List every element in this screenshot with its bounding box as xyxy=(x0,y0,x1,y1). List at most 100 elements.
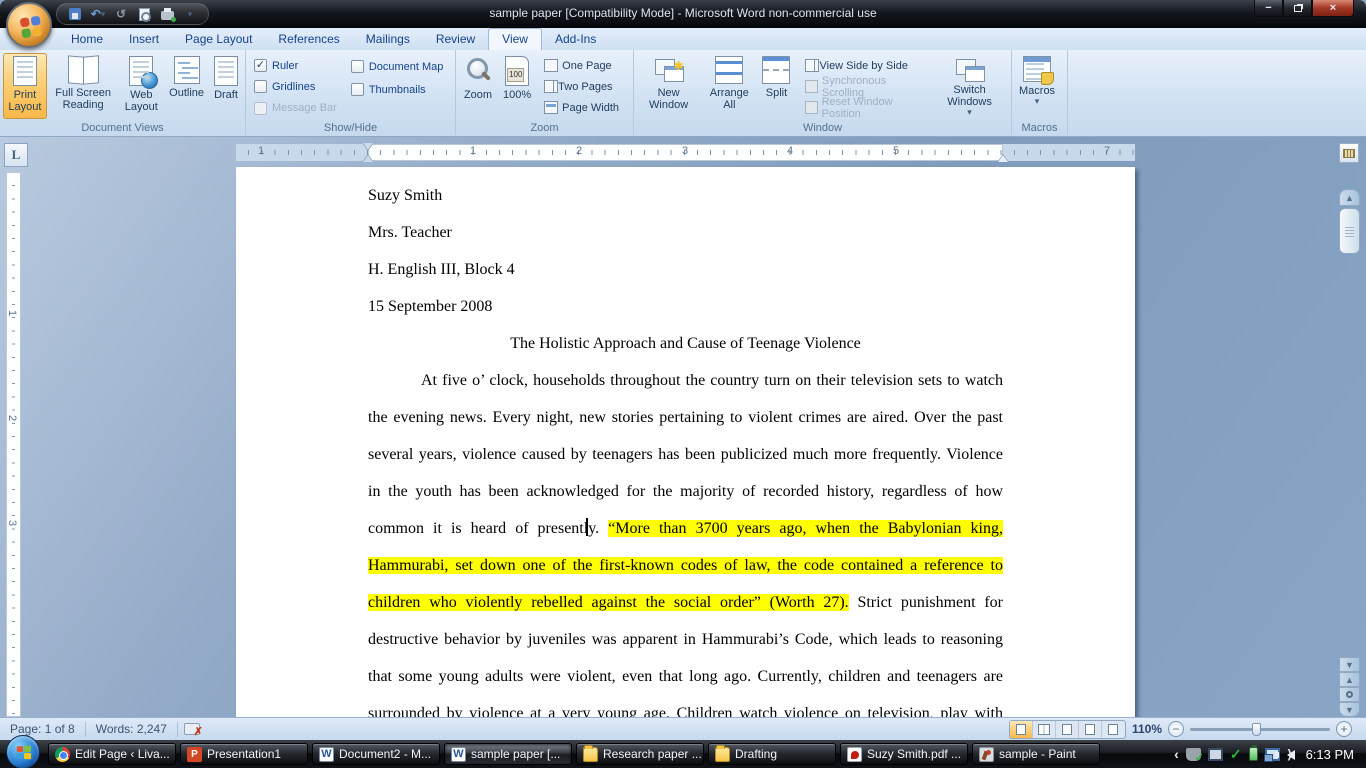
page-indicator[interactable]: Page: 1 of 8 xyxy=(0,722,86,737)
one-page-icon xyxy=(544,59,558,72)
ruler-checkbox[interactable]: ✓ Ruler xyxy=(254,56,337,75)
document-page[interactable]: Suzy Smith Mrs. Teacher H. English III, … xyxy=(236,167,1135,717)
status-draft-button[interactable] xyxy=(1102,721,1125,738)
one-page-label: One Page xyxy=(562,60,612,72)
start-button[interactable] xyxy=(6,735,40,768)
arrange-all-button[interactable]: Arrange All xyxy=(702,53,756,119)
document-text: Suzy Smith Mrs. Teacher H. English III, … xyxy=(368,177,1003,717)
scrollbar-thumb[interactable] xyxy=(1339,208,1360,254)
clock[interactable]: 6:13 PM xyxy=(1306,747,1354,762)
zoom-in-icon: + xyxy=(1340,723,1347,735)
zoom-100-button[interactable]: 100% xyxy=(499,53,535,119)
right-indent-marker[interactable] xyxy=(998,155,1008,162)
print-layout-button[interactable]: Print Layout xyxy=(3,53,47,119)
tab-review[interactable]: Review xyxy=(423,28,488,50)
switch-windows-button[interactable]: Switch Windows ▾ xyxy=(931,53,1008,119)
ribbon: Print Layout Full Screen Reading Web Lay… xyxy=(0,50,1366,137)
draft-button[interactable]: Draft xyxy=(210,53,242,119)
select-browse-object-button[interactable] xyxy=(1339,687,1360,702)
tab-insert[interactable]: Insert xyxy=(116,28,172,50)
hruler-mark: 7 xyxy=(1104,145,1110,157)
taskbar-item-sample-paper[interactable]: Wsample paper [... xyxy=(444,743,572,765)
taskbar-item-paint[interactable]: sample - Paint xyxy=(972,743,1100,765)
checkbox-checked-icon: ✓ xyxy=(254,59,267,72)
tab-mailings[interactable]: Mailings xyxy=(353,28,423,50)
taskbar-item-presentation[interactable]: PPresentation1 xyxy=(180,743,308,765)
group-macros: Macros ▾ Macros xyxy=(1012,50,1068,135)
tab-add-ins[interactable]: Add-Ins xyxy=(542,28,609,50)
taskbar-item-drafting-folder[interactable]: Drafting xyxy=(708,743,836,765)
word-count[interactable]: Words: 2,247 xyxy=(86,722,178,737)
hanging-indent-marker[interactable] xyxy=(363,155,373,162)
status-full-screen-button[interactable] xyxy=(1033,721,1056,738)
message-bar-label: Message Bar xyxy=(272,102,337,114)
browse-previous-button[interactable]: ▲ xyxy=(1339,672,1360,687)
scroll-down-button[interactable]: ▼ xyxy=(1339,657,1360,672)
doc-line: At five o’ clock, households throughout … xyxy=(368,362,1003,399)
zoom-button[interactable]: Zoom xyxy=(459,53,497,119)
macros-button[interactable]: Macros ▾ xyxy=(1015,53,1059,119)
full-screen-reading-button[interactable]: Full Screen Reading xyxy=(49,53,118,119)
taskbar-item-document2[interactable]: WDocument2 - M... xyxy=(312,743,440,765)
thumbnails-checkbox[interactable]: Thumbnails xyxy=(351,79,444,100)
browse-object-icon xyxy=(1346,691,1353,698)
zoom-out-button[interactable]: − xyxy=(1168,721,1184,737)
vertical-ruler[interactable]: 1 2 3 xyxy=(6,172,21,717)
zoom-slider-thumb[interactable] xyxy=(1252,723,1261,736)
draft-mini-icon xyxy=(1108,724,1118,735)
one-page-button[interactable]: One Page xyxy=(540,55,623,76)
update-check-tray-icon[interactable]: ✓ xyxy=(1230,748,1242,761)
display-tray-icon[interactable] xyxy=(1208,748,1223,761)
status-web-layout-button[interactable] xyxy=(1056,721,1079,738)
outline-button[interactable]: Outline xyxy=(165,53,208,119)
folder-icon xyxy=(715,747,730,762)
close-icon: × xyxy=(1330,2,1336,14)
office-button[interactable] xyxy=(6,2,52,48)
view-side-by-side-button[interactable]: View Side by Side xyxy=(801,55,921,76)
group-caption-show-hide: Show/Hide xyxy=(246,122,455,134)
volume-icon[interactable] xyxy=(1287,750,1295,760)
new-window-icon: ✱ xyxy=(654,56,684,84)
two-pages-label: Two Pages xyxy=(558,81,612,93)
system-tray: ‹ ✓ 6:13 PM xyxy=(1174,746,1366,762)
ruler-toggle-button[interactable] xyxy=(1339,143,1359,163)
zoom-slider[interactable] xyxy=(1190,728,1330,731)
ruler-toggle-icon xyxy=(1343,149,1355,158)
checkbox-icon xyxy=(351,60,364,73)
status-bar: Page: 1 of 8 Words: 2,247 110% − + xyxy=(0,717,1366,740)
tab-references[interactable]: References xyxy=(265,28,352,50)
tab-page-layout[interactable]: Page Layout xyxy=(172,28,265,50)
taskbar-item-browser[interactable]: Edit Page ‹ Liva... xyxy=(48,743,176,765)
status-outline-button[interactable] xyxy=(1079,721,1102,738)
two-pages-button[interactable]: Two Pages xyxy=(540,76,623,97)
proofing-errors-icon[interactable] xyxy=(184,723,200,735)
web-layout-button[interactable]: Web Layout xyxy=(119,53,163,119)
battery-icon[interactable] xyxy=(1249,747,1258,761)
zoom-magnifier-icon xyxy=(463,56,493,86)
first-line-indent-marker[interactable] xyxy=(363,143,373,150)
tab-home[interactable]: Home xyxy=(58,28,116,50)
new-window-button[interactable]: ✱ New Window xyxy=(637,53,700,119)
security-tray-icon[interactable] xyxy=(1186,748,1201,761)
document-map-checkbox[interactable]: Document Map xyxy=(351,56,444,77)
split-button[interactable]: Split xyxy=(758,53,794,119)
horizontal-ruler[interactable]: 1 1 2 3 4 5 7 xyxy=(236,144,1135,161)
hruler-mark: 1 xyxy=(470,145,476,157)
close-button[interactable]: × xyxy=(1312,0,1354,17)
tab-selector[interactable]: L xyxy=(4,143,28,167)
zoom-level[interactable]: 110% xyxy=(1132,722,1162,736)
minimize-button[interactable]: − xyxy=(1254,0,1283,17)
scrollbar-bottom-buttons: ▼ ▲ ▼ xyxy=(1338,657,1360,717)
browse-next-button[interactable]: ▼ xyxy=(1339,702,1360,717)
taskbar-item-pdf[interactable]: Suzy Smith.pdf ... xyxy=(840,743,968,765)
tab-view[interactable]: View xyxy=(488,28,542,50)
restore-button[interactable] xyxy=(1283,0,1312,17)
status-print-layout-button[interactable] xyxy=(1010,721,1033,738)
scroll-up-button[interactable]: ▲ xyxy=(1339,189,1360,206)
vruler-mark: 2 xyxy=(6,415,18,421)
zoom-in-button[interactable]: + xyxy=(1336,721,1352,737)
taskbar-item-research-folder[interactable]: Research paper ... xyxy=(576,743,704,765)
page-width-button[interactable]: Page Width xyxy=(540,97,623,118)
tray-expand-icon[interactable]: ‹ xyxy=(1174,746,1179,762)
gridlines-checkbox[interactable]: Gridlines xyxy=(254,77,337,96)
